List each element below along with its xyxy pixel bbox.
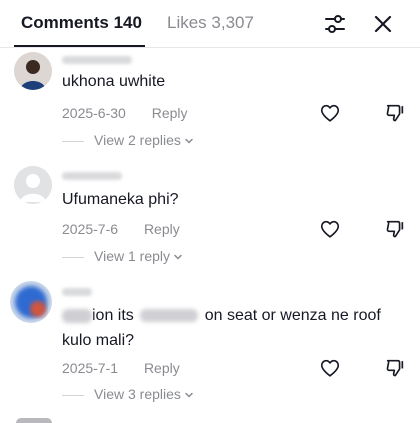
- comment-date: 2025-7-1: [62, 360, 119, 376]
- tab-comments[interactable]: Comments 140: [21, 13, 142, 33]
- thumbs-down-outline-icon[interactable]: [384, 357, 406, 379]
- chevron-down-icon: [185, 139, 193, 144]
- view-replies-button[interactable]: View 2 replies: [62, 132, 194, 148]
- view-replies-button[interactable]: View 3 replies: [62, 386, 194, 402]
- comment-item: ion its on seat or wenza ne roof kulo ma…: [0, 273, 420, 413]
- view-replies-label: View 2 replies: [94, 132, 181, 148]
- avatar[interactable]: [10, 281, 52, 323]
- heart-outline-icon[interactable]: [319, 357, 341, 379]
- username-redacted[interactable]: [62, 284, 92, 299]
- heart-outline-icon[interactable]: [319, 102, 341, 124]
- comment-text: ion its on seat or wenza ne roof kulo ma…: [62, 303, 402, 353]
- chevron-down-icon: [185, 393, 193, 398]
- comment-meta: 2025-7-6 Reply: [62, 221, 180, 237]
- view-replies-button[interactable]: View 1 reply: [62, 248, 183, 264]
- comment-date: 2025-6-30: [62, 105, 126, 121]
- redacted-text: [62, 308, 92, 323]
- avatar[interactable]: [14, 166, 52, 204]
- replies-divider: [62, 394, 84, 396]
- comment-date: 2025-7-6: [62, 221, 119, 237]
- avatar-photo-blurred: [10, 281, 52, 323]
- avatar-photo: [14, 52, 52, 90]
- comment-text-part2: on seat or wenza ne roof: [204, 307, 381, 324]
- next-comment-avatar-partial: [16, 418, 52, 423]
- comment-item: Ufumaneka phi? 2025-7-6 Reply View 1 rep…: [0, 158, 420, 273]
- username-redacted[interactable]: [62, 168, 122, 183]
- comment-text-part1: ion its: [92, 307, 134, 324]
- redacted-text: [140, 309, 199, 323]
- thumbs-down-outline-icon[interactable]: [384, 102, 406, 124]
- comment-meta: 2025-7-1 Reply: [62, 360, 180, 376]
- tab-likes[interactable]: Likes 3,307: [167, 13, 254, 33]
- comments-header: Comments 140 Likes 3,307: [0, 0, 420, 48]
- chevron-down-icon: [174, 255, 182, 260]
- reply-button[interactable]: Reply: [144, 360, 180, 376]
- reply-button[interactable]: Reply: [144, 221, 180, 237]
- avatar[interactable]: [14, 52, 52, 90]
- filter-sliders-icon[interactable]: [323, 12, 347, 36]
- default-avatar-icon: [14, 166, 52, 204]
- comment-text-part3: kulo mali?: [62, 332, 135, 349]
- view-replies-label: View 3 replies: [94, 386, 181, 402]
- heart-outline-icon[interactable]: [319, 218, 341, 240]
- reply-button[interactable]: Reply: [152, 105, 188, 121]
- view-replies-label: View 1 reply: [94, 248, 171, 264]
- comment-text: ukhona uwhite: [62, 73, 166, 90]
- close-icon[interactable]: [371, 12, 395, 36]
- comment-meta: 2025-6-30 Reply: [62, 105, 188, 121]
- comment-text: Ufumaneka phi?: [62, 191, 179, 208]
- thumbs-down-outline-icon[interactable]: [384, 218, 406, 240]
- comment-item: ukhona uwhite 2025-6-30 Reply View 2 rep…: [0, 48, 420, 158]
- replies-divider: [62, 256, 84, 258]
- replies-divider: [62, 140, 84, 142]
- username-redacted[interactable]: [62, 52, 132, 67]
